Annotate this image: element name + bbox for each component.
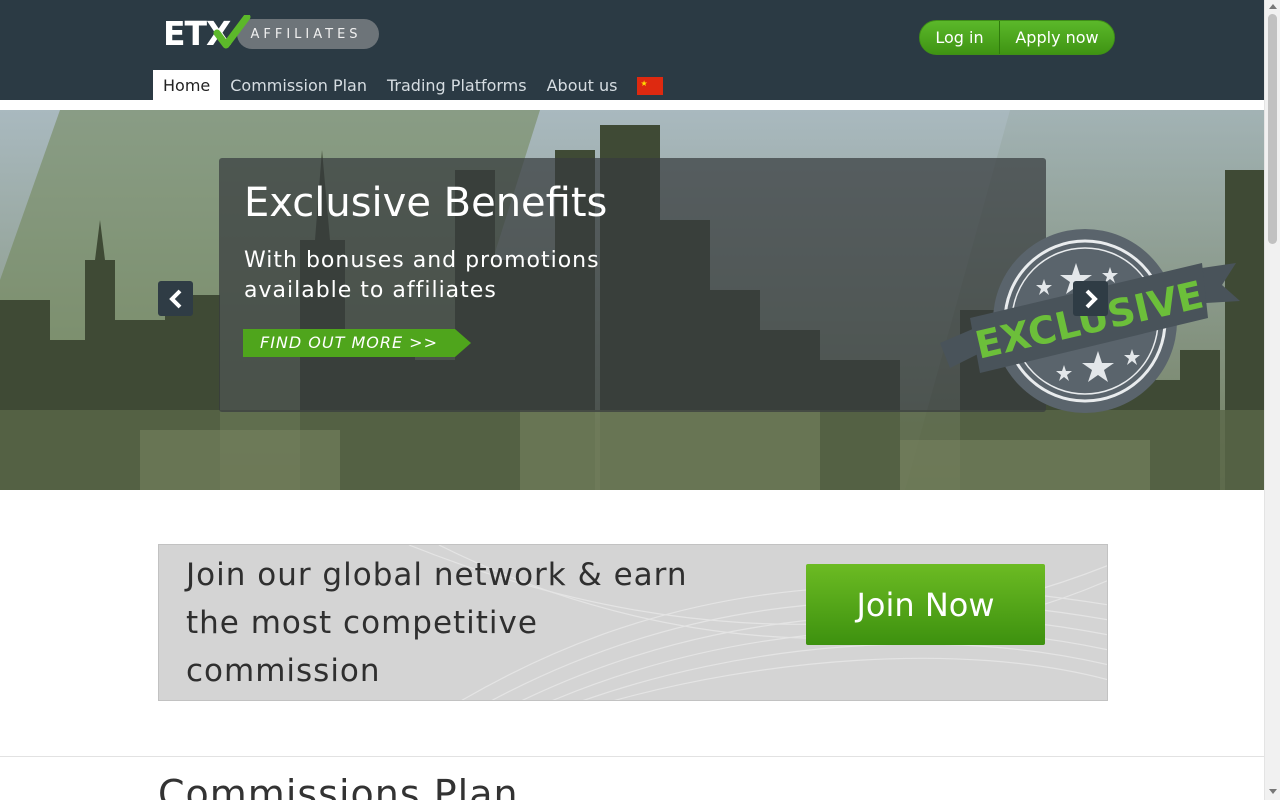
- slider-next-button[interactable]: [1073, 281, 1108, 316]
- hero-caption-panel: Exclusive Benefits With bonuses and prom…: [219, 158, 1240, 413]
- commissions-plan-heading: Commissions Plan: [158, 772, 519, 800]
- join-network-banner: Join our global network & earn the most …: [158, 544, 1108, 701]
- join-now-button[interactable]: Join Now: [806, 564, 1045, 645]
- logo-affiliates-tag: AFFILIATES: [236, 19, 379, 49]
- hero-title: Exclusive Benefits: [244, 180, 608, 226]
- logo-wordmark: ETX: [163, 15, 251, 51]
- scroll-down-arrow-icon[interactable]: [1269, 789, 1277, 794]
- find-out-more-label: FIND OUT MORE >>: [260, 333, 438, 352]
- nav-item-trading-platforms[interactable]: Trading Platforms: [377, 70, 537, 100]
- exclusive-seal-icon: EXCLUSIVE: [940, 229, 1240, 413]
- apply-now-button[interactable]: Apply now: [1000, 21, 1114, 54]
- scroll-up-arrow-icon[interactable]: [1269, 4, 1277, 9]
- checkmark-icon: [213, 15, 251, 49]
- etx-affiliates-logo[interactable]: ETX AFFILIATES: [163, 15, 379, 51]
- chevron-right-icon: [1085, 289, 1098, 308]
- section-divider: [0, 756, 1264, 757]
- hero-slider: Exclusive Benefits With bonuses and prom…: [0, 110, 1264, 490]
- china-flag-icon[interactable]: ★: [637, 77, 664, 95]
- find-out-more-button[interactable]: FIND OUT MORE >>: [243, 329, 471, 357]
- main-nav: Home Commission Plan Trading Platforms A…: [153, 70, 664, 100]
- page-scrollbar[interactable]: [1264, 0, 1280, 800]
- auth-button-group: Log in Apply now: [919, 20, 1115, 55]
- login-button[interactable]: Log in: [920, 21, 1000, 54]
- nav-item-about-us[interactable]: About us: [537, 70, 628, 100]
- slider-prev-button[interactable]: [158, 281, 193, 316]
- hero-subtitle: With bonuses and promotions available to…: [244, 248, 600, 303]
- nav-item-commission-plan[interactable]: Commission Plan: [220, 70, 377, 100]
- site-header: ETX AFFILIATES Log in Apply now Home Com…: [0, 0, 1264, 100]
- chevron-left-icon: [168, 289, 181, 308]
- scroll-thumb[interactable]: [1268, 14, 1277, 244]
- join-network-text: Join our global network & earn the most …: [186, 557, 688, 689]
- nav-item-home[interactable]: Home: [153, 70, 221, 100]
